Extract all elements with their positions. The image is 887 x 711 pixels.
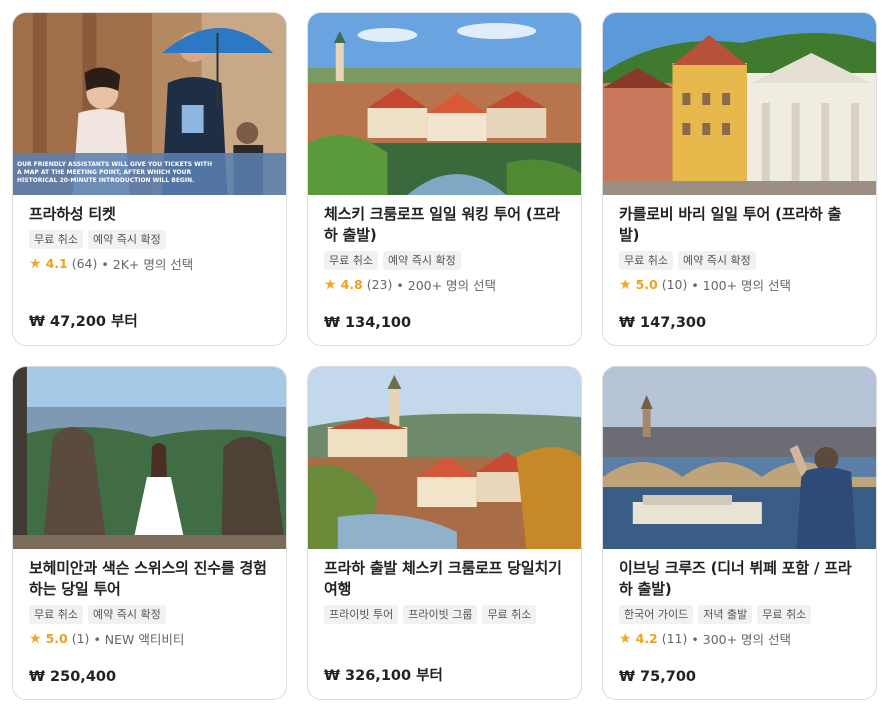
tag-instant-confirm: 예약 즉시 확정 — [382, 251, 461, 270]
activity-title[interactable]: 이브닝 크루즈 (디너 뷔페 포함 / 프라하 출발) — [619, 558, 860, 600]
tag-private-tour: 프라이빗 투어 — [324, 605, 399, 624]
activity-card-evening-cruise[interactable]: 이브닝 크루즈 (디너 뷔페 포함 / 프라하 출발) 한국어 가이드 저녁 출… — [602, 366, 877, 700]
activity-price: ₩ 250,400 — [29, 669, 117, 685]
tag-private-group: 프라이빗 그룹 — [403, 605, 478, 624]
tag-list: 한국어 가이드 저녁 출발 무료 취소 — [619, 605, 860, 624]
activity-price: ₩ 47,200 부터 — [29, 314, 138, 330]
activity-title[interactable]: 카를로비 바리 일일 투어 (프라하 출발) — [619, 204, 860, 246]
activity-price: ₩ 147,300 — [619, 315, 707, 331]
activity-price: ₩ 134,100 — [324, 315, 412, 331]
activity-price: ₩ 75,700 — [619, 669, 696, 685]
rating-extra: • 2K+ 명의 선택 — [101, 257, 194, 272]
tag-list: 무료 취소 예약 즉시 확정 — [29, 230, 270, 249]
activity-card-cesky-krumlov-walking[interactable]: 체스키 크룸로프 일일 워킹 투어 (프라하 출발) 무료 취소 예약 즉시 확… — [307, 12, 582, 346]
tag-list: 프라이빗 투어 프라이빗 그룹 무료 취소 — [324, 605, 565, 624]
tag-free-cancel: 무료 취소 — [619, 251, 673, 270]
activity-photo — [603, 13, 876, 195]
activity-card-saxon-switzerland[interactable]: 보헤미안과 색슨 스위스의 진수를 경험하는 당일 투어 무료 취소 예약 즉시… — [12, 366, 287, 700]
activity-photo: OUR FRIENDLY ASSISTANTS WILL GIVE YOU TI… — [13, 13, 286, 195]
activity-card-prague-castle[interactable]: OUR FRIENDLY ASSISTANTS WILL GIVE YOU TI… — [12, 12, 287, 346]
rating-row: ★ 4.8 (23) • 200+ 명의 선택 — [324, 275, 565, 294]
activity-title[interactable]: 프라하 출발 체스키 크룸로프 당일치기 여행 — [324, 558, 565, 600]
tag-korean-guide: 한국어 가이드 — [619, 605, 694, 624]
rating-extra: • 300+ 명의 선택 — [691, 632, 792, 647]
rating-score: 4.1 — [45, 256, 68, 271]
tag-free-cancel: 무료 취소 — [29, 605, 83, 624]
tag-list: 무료 취소 예약 즉시 확정 — [29, 605, 270, 624]
tag-instant-confirm: 예약 즉시 확정 — [677, 251, 756, 270]
star-icon: ★ — [324, 276, 337, 293]
star-icon: ★ — [29, 255, 42, 272]
activity-title[interactable]: 보헤미안과 색슨 스위스의 진수를 경험하는 당일 투어 — [29, 558, 270, 600]
rating-count: (11) — [661, 631, 688, 646]
rating-row: ★ 4.1 (64) • 2K+ 명의 선택 — [29, 254, 270, 273]
rating-extra: • 200+ 명의 선택 — [396, 278, 497, 293]
rating-score: 5.0 — [635, 277, 658, 292]
tag-free-cancel: 무료 취소 — [29, 230, 83, 249]
tag-free-cancel: 무료 취소 — [324, 251, 378, 270]
rating-extra: • NEW 액티비티 — [93, 632, 185, 647]
rating-count: (23) — [366, 277, 393, 292]
rating-score: 4.8 — [340, 277, 363, 292]
activity-photo — [13, 367, 286, 549]
activity-title[interactable]: 체스키 크룸로프 일일 워킹 투어 (프라하 출발) — [324, 204, 565, 246]
star-icon: ★ — [29, 630, 42, 647]
tag-instant-confirm: 예약 즉시 확정 — [87, 230, 166, 249]
activity-title[interactable]: 프라하성 티켓 — [29, 204, 270, 225]
tag-instant-confirm: 예약 즉시 확정 — [87, 605, 166, 624]
rating-count: (10) — [661, 277, 688, 292]
photo-caption: OUR FRIENDLY ASSISTANTS WILL GIVE YOU TI… — [17, 161, 213, 184]
tag-free-cancel: 무료 취소 — [482, 605, 537, 624]
activity-photo — [308, 367, 581, 549]
tag-evening-departure: 저녁 출발 — [698, 605, 753, 624]
activity-photo — [308, 13, 581, 195]
star-icon: ★ — [619, 630, 632, 647]
activity-price: ₩ 326,100 부터 — [324, 668, 443, 684]
rating-extra: • 100+ 명의 선택 — [691, 278, 792, 293]
star-icon: ★ — [619, 276, 632, 293]
activity-photo — [603, 367, 876, 549]
rating-score: 4.2 — [635, 631, 658, 646]
rating-score: 5.0 — [45, 631, 68, 646]
tag-list: 무료 취소 예약 즉시 확정 — [324, 251, 565, 270]
tag-list: 무료 취소 예약 즉시 확정 — [619, 251, 860, 270]
rating-row: ★ 5.0 (10) • 100+ 명의 선택 — [619, 275, 860, 294]
activity-grid: OUR FRIENDLY ASSISTANTS WILL GIVE YOU TI… — [12, 12, 878, 700]
activity-card-cesky-krumlov-day-trip[interactable]: 프라하 출발 체스키 크룸로프 당일치기 여행 프라이빗 투어 프라이빗 그룹 … — [307, 366, 582, 700]
rating-count: (64) — [71, 256, 98, 271]
rating-count: (1) — [71, 631, 90, 646]
rating-row: ★ 4.2 (11) • 300+ 명의 선택 — [619, 629, 860, 648]
rating-row: ★ 5.0 (1) • NEW 액티비티 — [29, 629, 270, 648]
tag-free-cancel: 무료 취소 — [757, 605, 812, 624]
activity-card-karlovy-vary[interactable]: 카를로비 바리 일일 투어 (프라하 출발) 무료 취소 예약 즉시 확정 ★ … — [602, 12, 877, 346]
